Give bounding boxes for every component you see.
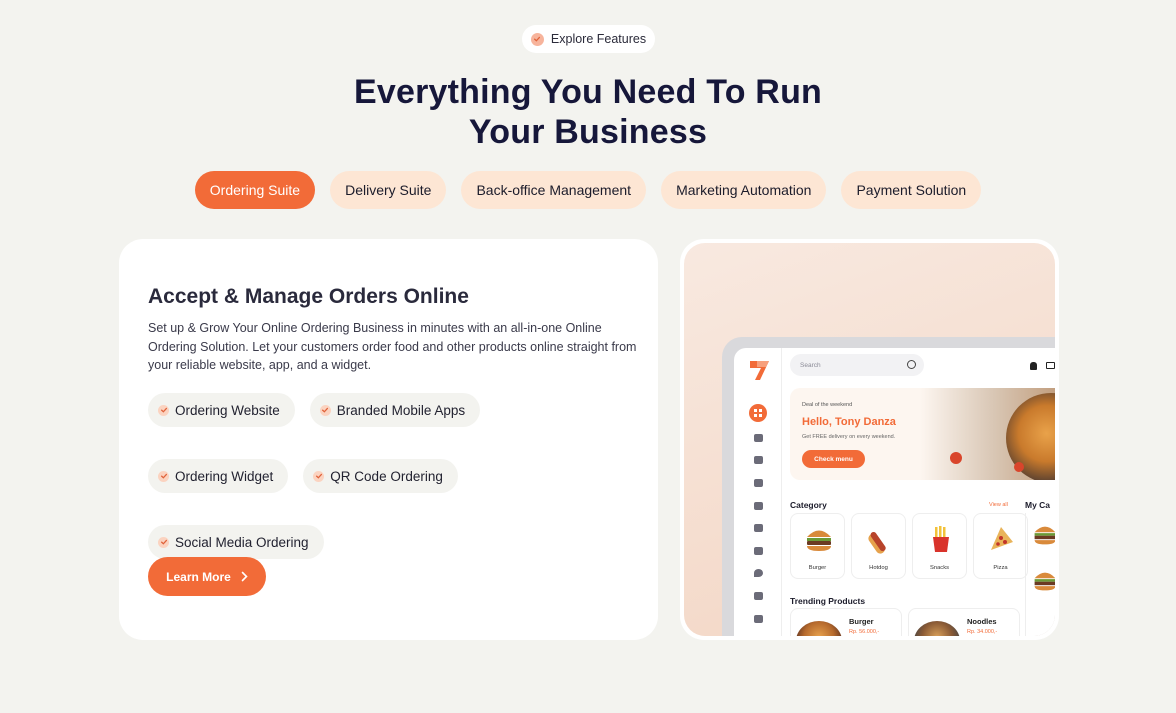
search-icon [907, 360, 916, 369]
app-sidebar [734, 348, 782, 636]
deal-subtext: Get FREE delivery on every weekend. [802, 434, 896, 440]
product-mockup: Search Deal of the weekend Hello, Tony D… [680, 239, 1059, 640]
check-icon [158, 536, 169, 548]
category-card-snacks[interactable]: Snacks [912, 513, 967, 579]
feature-tabs: Ordering Suite Delivery Suite Back-offic… [0, 171, 1176, 209]
product-name: Burger [849, 617, 874, 626]
feature-title: Accept & Manage Orders Online [148, 285, 469, 308]
pizza-icon [991, 527, 1013, 550]
deal-greeting: Hello, Tony Danza [802, 416, 896, 428]
search-input[interactable]: Search [790, 354, 924, 376]
search-placeholder: Search [800, 361, 821, 369]
tab-payment-solution[interactable]: Payment Solution [841, 171, 982, 209]
shield-icon [754, 456, 763, 464]
tablet-screen: Search Deal of the weekend Hello, Tony D… [734, 348, 1055, 636]
tomato-image [1014, 462, 1024, 472]
category-label: Burger [808, 565, 827, 571]
page-headline: Everything You Need To Run Your Business [0, 72, 1176, 152]
tab-ordering-suite[interactable]: Ordering Suite [194, 171, 316, 209]
category-label: Pizza [993, 565, 1008, 571]
product-card-burger[interactable]: Burger Rp. 56.000,- [790, 608, 902, 636]
check-icon [530, 32, 544, 46]
headline-line-2: Your Business [468, 113, 708, 151]
product-price: Rp. 34.000,- [967, 629, 998, 635]
eyebrow-label: Explore Features [550, 32, 647, 46]
chip-label: Ordering Widget [175, 468, 274, 484]
check-icon [158, 470, 169, 482]
feature-card: Accept & Manage Orders Online Set up & G… [119, 239, 658, 640]
deal-banner: Deal of the weekend Hello, Tony Danza Ge… [790, 388, 1055, 480]
radio-icon [754, 434, 763, 442]
chip-branded-mobile-apps: Branded Mobile Apps [309, 393, 481, 427]
grid-icon [749, 404, 767, 422]
burger-icon [807, 530, 831, 551]
category-card-burger[interactable]: Burger [790, 513, 845, 579]
check-menu-button[interactable]: Check menu [802, 450, 865, 468]
feature-description: Set up & Grow Your Online Ordering Busin… [148, 321, 637, 372]
chip-social-media-ordering: Social Media Ordering [148, 525, 324, 559]
category-label: Snacks [929, 565, 949, 571]
hotdog-icon [868, 531, 886, 554]
eyebrow-badge: Explore Features [522, 25, 655, 53]
feature-chip-list: Ordering Website Branded Mobile Apps Ord… [148, 393, 628, 559]
bell-icon[interactable] [1030, 362, 1037, 370]
product-price: Rp. 56.000,- [849, 629, 880, 635]
deal-eyebrow: Deal of the weekend [802, 402, 853, 408]
view-all-link[interactable]: View all [989, 502, 1008, 508]
learn-more-label: Learn More [166, 569, 231, 584]
category-label: Hotdog [869, 565, 888, 571]
location-icon [754, 569, 763, 577]
bookmark-icon [754, 479, 763, 487]
headline-line-1: Everything You Need To Run [353, 73, 823, 111]
learn-more-button[interactable]: Learn More [148, 557, 266, 596]
my-cart-column [1025, 513, 1055, 636]
chip-label: Branded Mobile Apps [336, 402, 466, 418]
burger-icon [1034, 572, 1055, 591]
noodles-image [914, 621, 960, 636]
burger-image [796, 621, 842, 636]
chevron-right-icon [241, 571, 248, 582]
trending-title: Trending Products [790, 596, 866, 606]
fries-icon [933, 526, 949, 552]
product-name: Noodles [967, 617, 997, 626]
product-card-noodles[interactable]: Noodles Rp. 34.000,- [908, 608, 1020, 636]
check-icon [319, 404, 331, 416]
document-icon [754, 615, 763, 623]
my-cart-title: My Ca [1025, 500, 1051, 510]
tab-delivery-suite[interactable]: Delivery Suite [330, 171, 447, 209]
brand-logo-icon [750, 361, 769, 380]
tab-back-office-management[interactable]: Back-office Management [461, 171, 647, 209]
burger-icon [1034, 526, 1055, 545]
chip-ordering-website: Ordering Website [148, 393, 295, 427]
mockup-background: Search Deal of the weekend Hello, Tony D… [684, 243, 1055, 636]
tomato-image [950, 452, 962, 464]
calendar-icon [754, 592, 763, 600]
users-icon [754, 502, 763, 510]
briefcase-icon [754, 524, 763, 532]
category-card-hotdog[interactable]: Hotdog [851, 513, 906, 579]
check-icon [158, 404, 169, 416]
chip-label: Ordering Website [175, 402, 280, 418]
category-title: Category [790, 500, 827, 510]
tab-marketing-automation[interactable]: Marketing Automation [661, 171, 827, 209]
mail-icon[interactable] [1046, 362, 1055, 369]
category-card-pizza[interactable]: Pizza [973, 513, 1028, 579]
chip-qr-code-ordering: QR Code Ordering [303, 459, 458, 493]
chip-label: Social Media Ordering [175, 534, 309, 550]
check-icon [313, 470, 325, 482]
chip-ordering-widget: Ordering Widget [148, 459, 289, 493]
chip-label: QR Code Ordering [330, 468, 443, 484]
ticket-icon [754, 547, 763, 555]
